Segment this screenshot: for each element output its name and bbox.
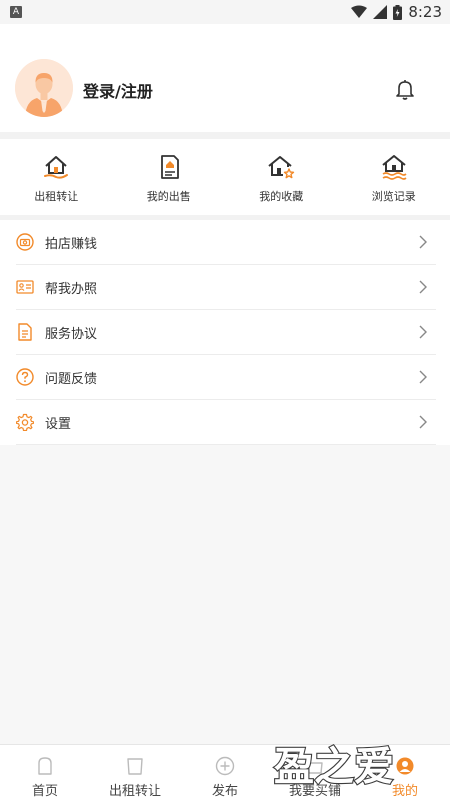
gear-icon xyxy=(16,413,34,431)
watermark-text: 盈之爱 xyxy=(274,744,394,790)
tab-label: 发布 xyxy=(211,784,238,799)
quick-action-rent-transfer[interactable]: 出租转让 xyxy=(0,139,113,215)
plus-circle-icon xyxy=(215,756,235,776)
question-icon xyxy=(16,368,34,386)
tab-home[interactable]: 首页 xyxy=(0,745,90,800)
home-icon xyxy=(38,757,52,775)
document-icon xyxy=(18,323,32,341)
chevron-right-icon xyxy=(419,235,427,249)
section-divider xyxy=(0,132,450,139)
bell-icon xyxy=(396,80,414,100)
tab-rent-transfer[interactable]: 出租转让 xyxy=(90,745,180,800)
menu-item-license-help[interactable]: 帮我办照 xyxy=(16,265,436,310)
cellular-signal-icon xyxy=(373,5,388,19)
battery-icon xyxy=(393,4,403,20)
watermark-logo: 盈之爱 xyxy=(273,743,395,791)
quick-action-label: 浏览记录 xyxy=(371,190,416,203)
tab-label: 出租转让 xyxy=(108,784,161,799)
quick-actions: 出租转让 我的出售 我的收藏 浏览记录 xyxy=(0,139,450,215)
tab-label: 首页 xyxy=(31,784,58,799)
wifi-icon xyxy=(351,5,368,18)
quick-action-favorites[interactable]: 我的收藏 xyxy=(225,139,338,215)
house-hand-icon xyxy=(44,156,69,179)
quick-action-label: 我的出售 xyxy=(146,190,191,203)
id-card-icon xyxy=(16,280,34,294)
house-waves-icon xyxy=(382,155,407,180)
status-time: 8:23 xyxy=(408,3,442,21)
default-user-avatar-icon xyxy=(15,59,73,117)
menu-item-label: 帮我办照 xyxy=(45,281,98,297)
menu-list: 拍店赚钱 帮我办照 服务协议 问题反馈 设置 xyxy=(0,220,450,445)
login-register-link[interactable]: 登录/注册 xyxy=(83,78,153,102)
menu-item-service-agreement[interactable]: 服务协议 xyxy=(16,310,436,355)
quick-action-label: 出租转让 xyxy=(34,190,79,203)
app-notification-icon: A xyxy=(10,6,22,18)
quick-action-label: 我的收藏 xyxy=(259,190,304,203)
document-house-icon xyxy=(160,155,179,179)
menu-item-photo-earn[interactable]: 拍店赚钱 xyxy=(16,220,436,265)
menu-item-label: 服务协议 xyxy=(45,326,98,342)
avatar[interactable] xyxy=(15,59,73,117)
menu-item-label: 问题反馈 xyxy=(45,371,98,387)
quick-action-my-sales[interactable]: 我的出售 xyxy=(113,139,226,215)
notification-bell-button[interactable] xyxy=(393,77,417,101)
house-star-icon xyxy=(268,156,295,179)
tab-publish[interactable]: 发布 xyxy=(180,745,270,800)
chevron-right-icon xyxy=(419,370,427,384)
menu-item-label: 拍店赚钱 xyxy=(45,236,98,252)
chevron-right-icon xyxy=(419,280,427,294)
menu-item-label: 设置 xyxy=(45,416,72,432)
camera-circle-icon xyxy=(16,233,34,251)
menu-item-settings[interactable]: 设置 xyxy=(16,400,436,445)
profile-header: 登录/注册 xyxy=(0,24,450,132)
chevron-right-icon xyxy=(419,325,427,339)
quick-action-browse-history[interactable]: 浏览记录 xyxy=(338,139,450,215)
menu-item-feedback[interactable]: 问题反馈 xyxy=(16,355,436,400)
chevron-right-icon xyxy=(419,415,427,429)
status-bar: A 8:23 xyxy=(0,0,450,24)
transfer-icon xyxy=(127,758,143,775)
